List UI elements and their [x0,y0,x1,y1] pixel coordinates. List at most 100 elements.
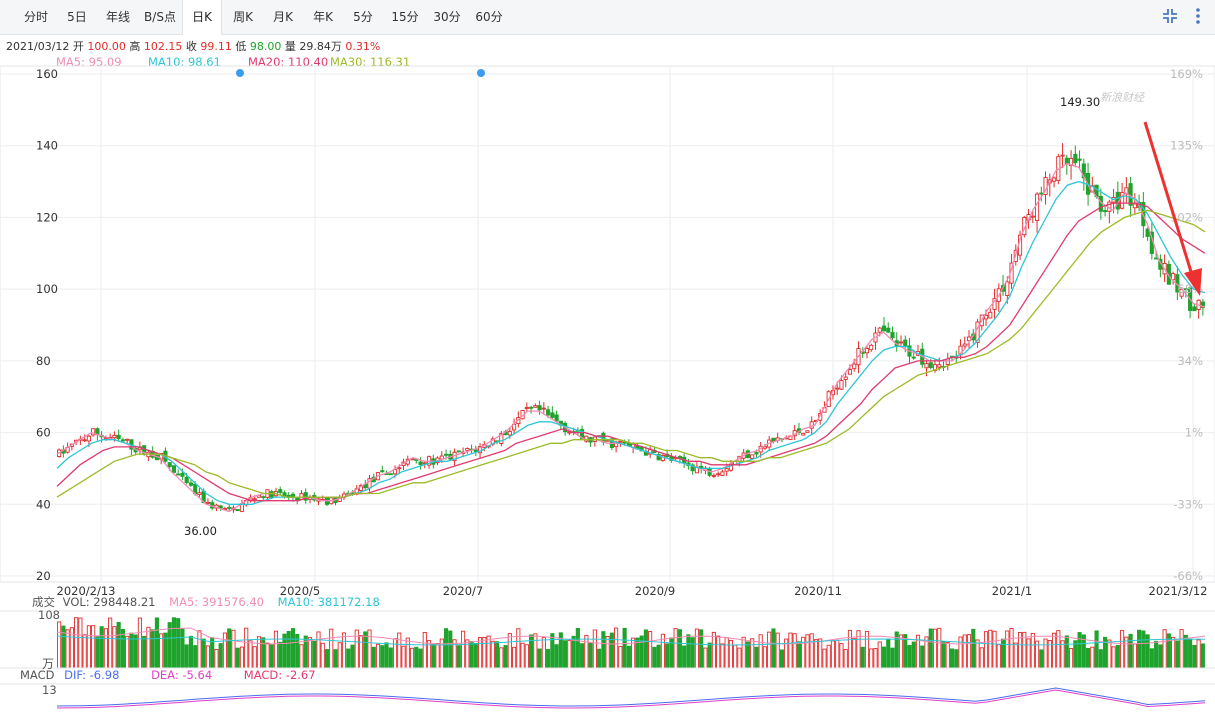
candle-body [482,444,487,448]
fullscreen-icon[interactable] [1158,4,1182,28]
candle-body [1132,203,1137,209]
volume-bar [248,640,253,669]
tab-year-line[interactable]: 年线 [100,0,136,34]
candle-body [652,449,657,453]
candle-body [699,465,704,469]
candle-body [452,451,457,462]
candle-body [1060,154,1065,157]
volume-bar [762,646,767,669]
candle-body [592,436,597,442]
volume-bar [928,628,933,669]
candle-body [656,454,661,461]
volume-bar [563,640,568,669]
candle-body [1051,177,1057,182]
candle-body [125,438,130,441]
candle-body [1188,287,1193,311]
volume-bar [380,645,385,669]
candle-body [907,345,912,357]
candle-body [728,463,733,471]
candle-body [962,343,967,347]
candle-body [737,455,742,462]
candle-body [375,472,381,481]
volume-bar [477,637,483,669]
candle-body [401,461,406,467]
candle-body [558,420,563,426]
pct-tick-label: -66% [1173,569,1203,583]
volume-bar [146,626,151,669]
candle-body [133,448,138,453]
tab-yearly-k[interactable]: 年K [306,0,340,34]
volume-bar [669,637,674,669]
candle-body [903,339,908,348]
volume-top-label: 108 [38,608,60,622]
candle-body [154,454,159,461]
volume-bar [635,637,640,669]
tab-5day[interactable]: 5日 [60,0,94,34]
volume-bar [520,642,525,669]
event-marker[interactable] [477,69,485,77]
tab-30min[interactable]: 30分 [428,0,466,34]
candle-body [503,431,508,436]
candle-body [949,355,955,358]
event-marker[interactable] [236,69,244,77]
volume-bar [367,629,372,669]
volume-bar [605,635,610,669]
candle-body [733,461,738,466]
tab-daily-k[interactable]: 日K [182,0,222,35]
macd-legend: MACD DIF: -6.98 DEA: -5.64 MACD: -2.67 [20,668,316,682]
volume-bar [796,641,802,669]
candle-body [788,435,793,440]
tab-monthly-k[interactable]: 月K [266,0,300,34]
candle-body [716,473,721,476]
volume-bar [767,631,772,669]
candle-body [1009,262,1014,284]
pct-tick-label: 135% [1170,139,1203,153]
candle-body [1047,179,1052,184]
volume-bar [401,645,406,669]
volume-bar [431,644,436,669]
candle-body [1166,263,1171,285]
candle-body [252,498,257,501]
tab-weekly-k[interactable]: 周K [226,0,260,34]
volume-bar [244,627,249,669]
candle-body [1000,285,1006,292]
volume-bar [503,645,508,669]
candle-body [541,407,546,410]
tab-bs-point[interactable]: B/S点 [140,0,180,34]
candle-body [529,406,534,409]
candle-body [860,351,865,354]
volume-bar [996,644,1001,669]
volume-panel [0,610,1215,669]
candle-body [915,350,921,356]
more-vertical-icon-svg [1196,8,1200,24]
candle-body [129,439,134,450]
volume-bar [771,628,776,669]
volume-bar [499,647,504,669]
candle-body [448,453,453,460]
volume-bar [125,635,130,669]
candle-body [273,490,279,497]
volume-bar [1149,648,1154,669]
volume-bar [626,645,631,669]
volume-ma5-line [56,627,1206,645]
ma-line-ma5 [56,162,1206,513]
tab-fenshi[interactable]: 分时 [18,0,54,34]
volume-bar [299,644,304,669]
tab-60min[interactable]: 60分 [470,0,508,34]
candle-body [1081,163,1086,179]
volume-bar [665,643,670,669]
volume-bar [371,646,376,669]
volume-bar [597,648,602,669]
tab-15min[interactable]: 15分 [386,0,424,34]
candle-body [1103,210,1108,213]
volume-bar [278,641,283,669]
more-vertical-icon[interactable] [1186,4,1210,28]
candle-body [796,428,802,433]
tab-5min[interactable]: 5分 [346,0,380,34]
candle-body [775,437,780,441]
volume-bar [112,626,117,669]
volume-bar [1094,630,1099,669]
volume-bar [418,648,423,669]
volume-bar [176,618,181,669]
candle-body [495,440,500,443]
